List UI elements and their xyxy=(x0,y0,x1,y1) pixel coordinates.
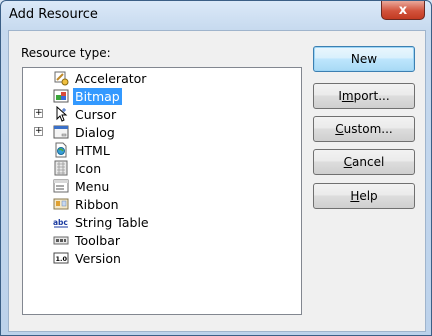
menu-icon xyxy=(53,179,69,193)
custom-label-suffix: ustom... xyxy=(343,122,393,136)
tree-item-label: Ribbon xyxy=(75,196,119,212)
custom-button[interactable]: Custom... xyxy=(313,116,415,142)
tree-item-version[interactable]: 1.0 Version xyxy=(53,249,123,267)
import-button[interactable]: Im port... xyxy=(313,83,415,109)
version-icon: 1.0 xyxy=(53,252,69,264)
dialog-body: Resource type: Accelerator Bitmap + Curs… xyxy=(8,30,426,332)
tree-item-bitmap[interactable]: Bitmap xyxy=(53,87,122,105)
tree-item-label: Accelerator xyxy=(75,70,147,86)
svg-text:1.0: 1.0 xyxy=(56,255,68,263)
import-label-suffix: port... xyxy=(353,89,390,103)
tree-item-label: Version xyxy=(75,250,121,266)
tree-item-label: Menu xyxy=(75,178,110,194)
cancel-label-accel: C xyxy=(343,155,353,169)
new-button[interactable]: New xyxy=(313,46,415,72)
tree-item-dialog[interactable]: + Dialog xyxy=(34,123,117,141)
html-icon xyxy=(55,142,67,158)
cancel-label-suffix: ancel xyxy=(352,155,385,169)
tree-item-icon[interactable]: Icon xyxy=(53,159,103,177)
close-button[interactable]: x xyxy=(381,1,425,20)
tree-item-menu[interactable]: Menu xyxy=(53,177,111,195)
title-bar[interactable]: Add Resource x xyxy=(1,1,431,29)
toolbar-icon xyxy=(53,236,69,245)
custom-label-accel: C xyxy=(335,122,344,136)
tree-item-string-table[interactable]: abc String Table xyxy=(53,213,151,231)
tree-item-accelerator[interactable]: Accelerator xyxy=(53,69,148,87)
tree-item-label: HTML xyxy=(75,142,110,158)
icon-resource-icon xyxy=(54,160,68,176)
bitmap-icon xyxy=(53,89,69,103)
help-button[interactable]: Help xyxy=(313,183,415,209)
tree-item-label: Cursor xyxy=(75,106,117,122)
svg-text:abc: abc xyxy=(53,218,68,227)
tree-item-html[interactable]: HTML xyxy=(53,141,112,159)
cursor-icon xyxy=(56,106,68,122)
window-title: Add Resource xyxy=(9,7,98,22)
add-resource-dialog: Add Resource x Resource type: Accelerato… xyxy=(0,0,432,336)
tree-item-toolbar[interactable]: Toolbar xyxy=(53,231,122,249)
tree-item-ribbon[interactable]: Ribbon xyxy=(53,195,121,213)
expand-icon[interactable]: + xyxy=(34,127,43,136)
help-label-accel: H xyxy=(350,189,360,203)
import-label-accel: m xyxy=(341,89,354,103)
resource-type-tree[interactable]: Accelerator Bitmap + Cursor + Dialog HTM… xyxy=(22,67,302,315)
resource-type-label: Resource type: xyxy=(21,46,111,60)
dialog-icon xyxy=(53,125,69,139)
ribbon-icon xyxy=(53,198,69,210)
close-icon: x xyxy=(398,2,408,18)
cancel-button[interactable]: Cancel xyxy=(313,149,415,175)
tree-item-label: Icon xyxy=(75,160,102,176)
string-table-icon: abc xyxy=(53,218,68,228)
tree-item-label: Toolbar xyxy=(75,232,121,248)
tree-item-cursor[interactable]: + Cursor xyxy=(34,105,118,123)
expand-icon[interactable]: + xyxy=(34,109,43,118)
accelerator-icon xyxy=(54,71,69,86)
tree-item-label: String Table xyxy=(75,214,149,230)
new-button-label: New xyxy=(350,52,378,66)
help-label-suffix: elp xyxy=(359,189,378,203)
tree-item-label: Dialog xyxy=(75,124,115,140)
tree-item-label: Bitmap xyxy=(73,87,122,105)
